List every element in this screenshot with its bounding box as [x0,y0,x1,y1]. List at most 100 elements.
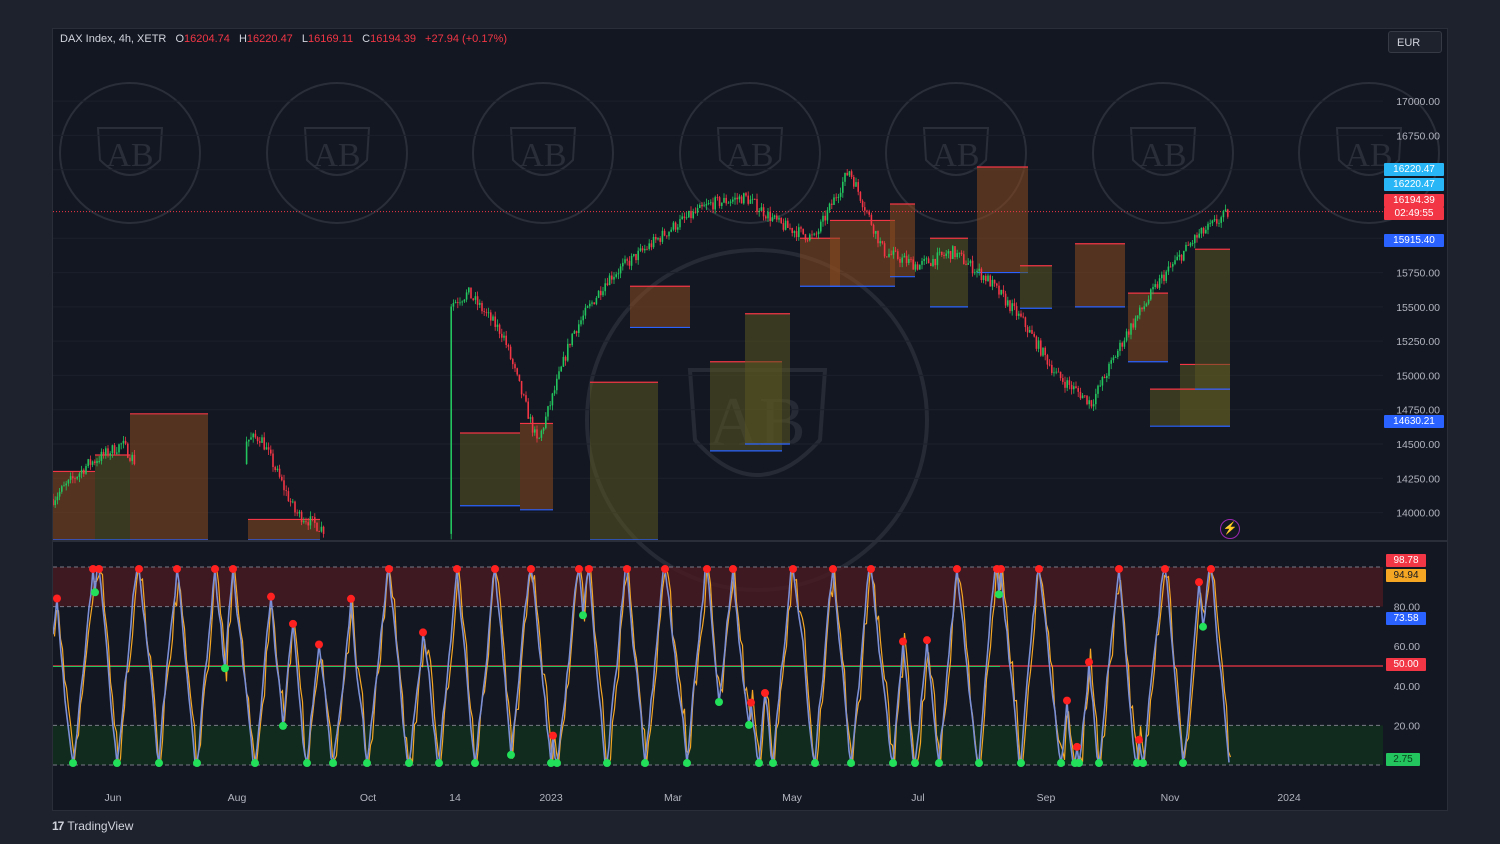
candle-body [921,260,923,265]
candle-body [512,359,514,365]
candle-body [529,417,532,419]
candle-body [1121,342,1123,347]
candle-body [855,182,857,187]
candle-body [635,254,637,261]
candle-body [80,469,83,474]
candle-body [960,252,963,255]
candle-body [767,211,769,219]
candle-body [861,200,864,208]
candle-body [996,283,998,286]
candle-body [817,231,820,235]
lower-level-badge: 14630.21 [1384,415,1444,428]
candle-body [699,204,701,208]
candle-body [765,216,767,219]
candle-body [769,211,771,222]
candle-body [318,531,320,532]
candle-body [1077,388,1079,392]
time-tick-label: Jun [105,792,122,804]
high-badge-2: 16220.47 [1384,178,1444,191]
candle-body [1066,380,1068,388]
osc-sell-dot [1085,658,1093,667]
candle-body [1150,289,1152,300]
candle-body [945,253,947,256]
osc-value-badge-3: 73.58 [1386,612,1426,625]
candle-body [294,501,296,513]
osc-sell-dot [549,731,557,740]
candle-body [1092,404,1095,407]
candle-body [888,253,890,257]
price-axis[interactable]: 17000.0016750.0016500.0016000.0015750.00… [1396,96,1440,519]
candle-body [619,266,622,274]
candle-body [965,264,967,265]
candle-body [1042,347,1044,356]
oscillator-pane[interactable] [53,564,1383,768]
candle-body [1143,306,1145,310]
candle-body [1132,323,1134,328]
candle-body [657,238,659,240]
osc-sell-dot [419,628,427,637]
candle-body [1101,376,1104,386]
symbol-name[interactable]: DAX Index, 4h, XETR [60,33,166,45]
candle-body [595,297,598,305]
candle-body [1128,331,1130,335]
candle-body [701,204,703,207]
candle-body [1222,211,1225,218]
open-value: 16204.74 [184,33,230,45]
candle-body [492,316,494,321]
candle-body [710,202,712,204]
candle-body [637,250,639,261]
candle-body [844,172,846,182]
candle-body [89,459,92,465]
watermark-mark: AB [726,137,773,174]
candle-body [683,216,686,219]
candle-body [1194,235,1196,244]
candle-body [105,448,107,455]
candle-body [1020,313,1022,317]
price-tick-label: 15500.00 [1396,302,1440,314]
candle-body [107,448,109,456]
candle-body [1211,220,1214,224]
chart-canvas[interactable]: ABABABABABABABAB 17000.0016750.0016500.0… [0,0,1500,844]
lightning-icon[interactable]: ⚡ [1220,519,1240,539]
candle-body [507,345,510,347]
candle-body [307,522,309,526]
candle-body [573,331,576,334]
candle-body [613,276,615,280]
candle-body [754,198,756,200]
candle-body [974,272,976,274]
candle-body [591,302,593,304]
price-tick-label: 14250.00 [1396,473,1440,485]
high-value: 16220.47 [246,33,293,45]
candle-body [659,238,661,242]
osc-buy-dot [911,759,919,768]
osc-sell-dot [173,564,181,573]
symbol-legend[interactable]: DAX Index, 4h, XETR O16204.74 H16220.47 … [60,33,507,45]
osc-sell-dot [829,564,837,573]
candle-body [287,491,290,502]
tradingview-brand[interactable]: 17 TradingView [52,819,133,833]
candle-body [778,217,780,220]
candle-body [1205,229,1207,234]
candle-body [1185,244,1187,251]
candle-body [1081,395,1084,399]
candle-body [692,211,694,219]
currency-button[interactable]: EUR [1388,31,1442,53]
osc-sell-dot [95,564,103,573]
osc-value-badge-1: 98.78 [1386,554,1426,567]
candle-body [534,429,536,433]
candle-body [259,441,261,443]
osc-sell-dot [575,564,583,573]
osc-tick-label: 20.00 [1394,720,1420,732]
candle-body [932,258,934,266]
candle-body [278,468,281,477]
candle-body [809,234,811,241]
candle-body [1103,376,1106,379]
osc-buy-dot [811,759,819,768]
orderblock-box [1020,265,1052,309]
candle-body [1004,293,1007,306]
time-axis[interactable]: Jun Aug Oct 14 2023 Mar May Jul Sep Nov 2024 [105,792,1301,804]
candle-body [602,291,604,296]
candle-body [703,205,705,207]
candle-body [681,216,683,220]
candle-body [1031,329,1033,334]
